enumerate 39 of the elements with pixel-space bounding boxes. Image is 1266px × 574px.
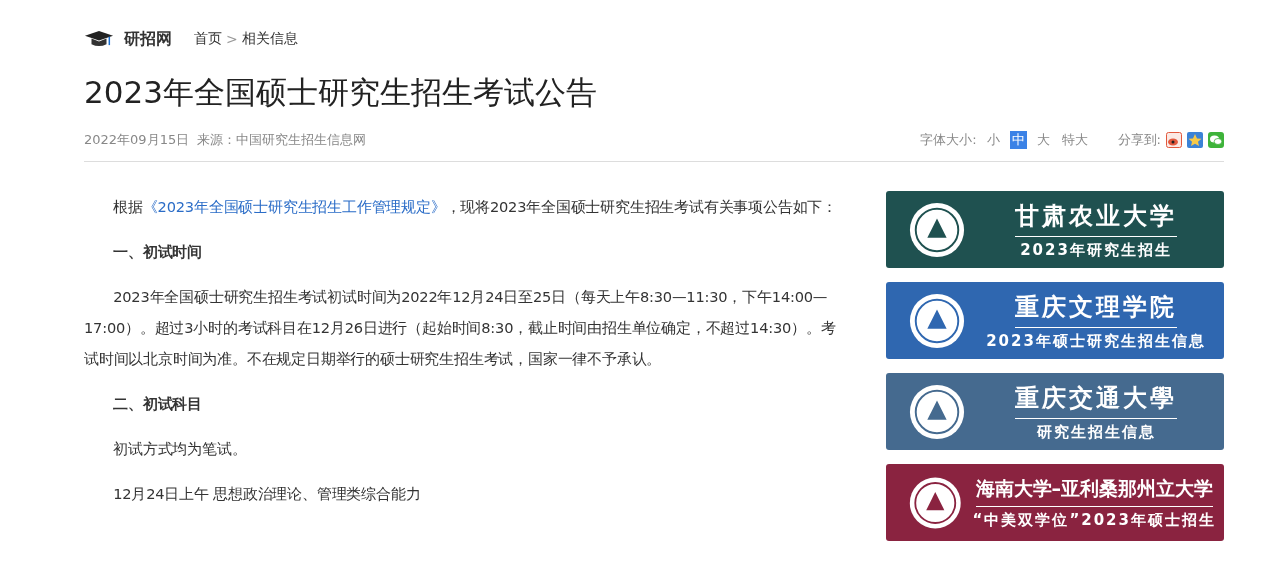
breadcrumb-link[interactable]: 首页 xyxy=(194,30,222,48)
font-size-option[interactable]: 特大 xyxy=(1059,131,1090,149)
banner-subtitle: “中美双学位”2023年硕士招生 xyxy=(972,509,1216,530)
section-heading: 一、初试时间 xyxy=(112,242,203,262)
university-banner[interactable]: 重庆文理学院 2023年硕士研究生招生信息 xyxy=(886,282,1224,359)
university-banner[interactable]: 海南大学–亚利桑那州立大学 “中美双学位”2023年硕士招生 xyxy=(886,464,1224,541)
font-size-option[interactable]: 小 xyxy=(984,131,1002,149)
section-heading: 二、初试科目 xyxy=(112,394,203,414)
seal-icon xyxy=(908,382,966,441)
breadcrumb-link[interactable]: 相关信息 xyxy=(241,30,298,48)
banner-title: 重庆文理学院 xyxy=(1015,290,1177,328)
article-paragraph: 初试方式均为笔试。 xyxy=(112,439,248,459)
regulation-link[interactable]: 《2023年全国硕士研究生招生工作管理规定》 xyxy=(142,198,446,215)
university-banner[interactable]: 甘肃农业大学 2023年研究生招生 xyxy=(886,191,1224,268)
article-paragraph: 2023年全国硕士研究生招生考试初试时间为2022年12月24日至25日（每天上午8:30—11:30，下午14:00—17:00）。超过3小时的考试科目在12月26日进行（起始时间8:30，截止时间由招生单位确定，不超过14:30）。考试时间以北京时间为准。不在规定日期举行的硕士研究生招生考试，国家一律不予承认。 xyxy=(84,287,837,369)
share-label: 分享到: xyxy=(1117,131,1161,149)
font-size-option[interactable]: 大 xyxy=(1034,131,1052,149)
site-logo[interactable]: 研招网 xyxy=(124,28,172,50)
banner-subtitle: 2023年研究生招生 xyxy=(1020,239,1172,260)
wechat-share-icon[interactable] xyxy=(1208,132,1224,148)
banner-subtitle: 2023年硕士研究生招生信息 xyxy=(986,330,1206,351)
article-paragraph: 12月24日上午 思想政治理论、管理类综合能力 xyxy=(112,484,422,504)
font-size-option[interactable]: 中 xyxy=(1009,131,1027,149)
banner-title: 甘肃农业大学 xyxy=(1015,199,1177,237)
banner-title: 重庆交通大學 xyxy=(1015,381,1177,419)
article-paragraph: 根据《2023年全国硕士研究生招生工作管理规定》，现将2023年全国硕士研究生招生考试有关事项公告如下： xyxy=(112,197,839,217)
weibo-share-icon[interactable] xyxy=(1166,132,1182,148)
seal-icon xyxy=(908,291,966,350)
article-title: 2023年全国硕士研究生招生考试公告 xyxy=(84,73,598,112)
graduation-cap-icon xyxy=(84,29,114,49)
font-size-label: 字体大小: xyxy=(920,131,977,149)
star-share-icon[interactable] xyxy=(1187,132,1203,148)
seal-icon xyxy=(908,200,966,259)
banner-title: 海南大学–亚利桑那州立大学 xyxy=(975,475,1213,507)
university-banner[interactable]: 重庆交通大學 研究生招生信息 xyxy=(886,373,1224,450)
publish-date: 2022年09月15日 xyxy=(84,131,190,149)
article-source: 来源：中国研究生招生信息网 xyxy=(197,131,367,149)
breadcrumb-separator: > xyxy=(226,31,238,47)
banner-subtitle: 研究生招生信息 xyxy=(1036,421,1156,442)
